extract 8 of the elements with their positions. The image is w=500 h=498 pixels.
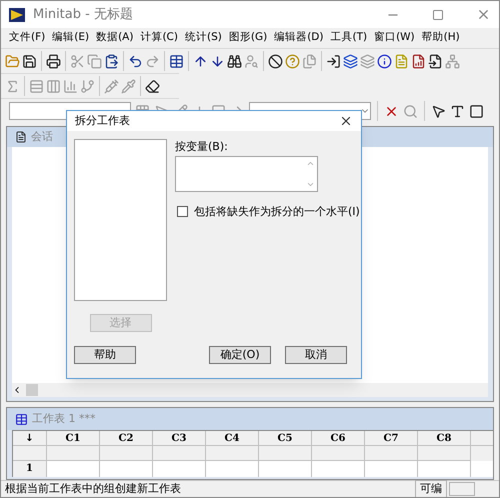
- field-label: 按变量(B):: [175, 139, 229, 155]
- window-title: Minitab - 无标题: [33, 6, 133, 24]
- session-title: 会话: [31, 128, 53, 145]
- status-message: 根据当前工作表中的组创建新工作表: [4, 480, 182, 497]
- status-mode: 可编: [415, 480, 447, 497]
- worksheet-title: 工作表 1 ***: [32, 410, 96, 427]
- dialog-title: 拆分工作表: [75, 112, 131, 129]
- checkbox-label: 包括将缺失作为拆分的一个水平(I): [194, 204, 360, 220]
